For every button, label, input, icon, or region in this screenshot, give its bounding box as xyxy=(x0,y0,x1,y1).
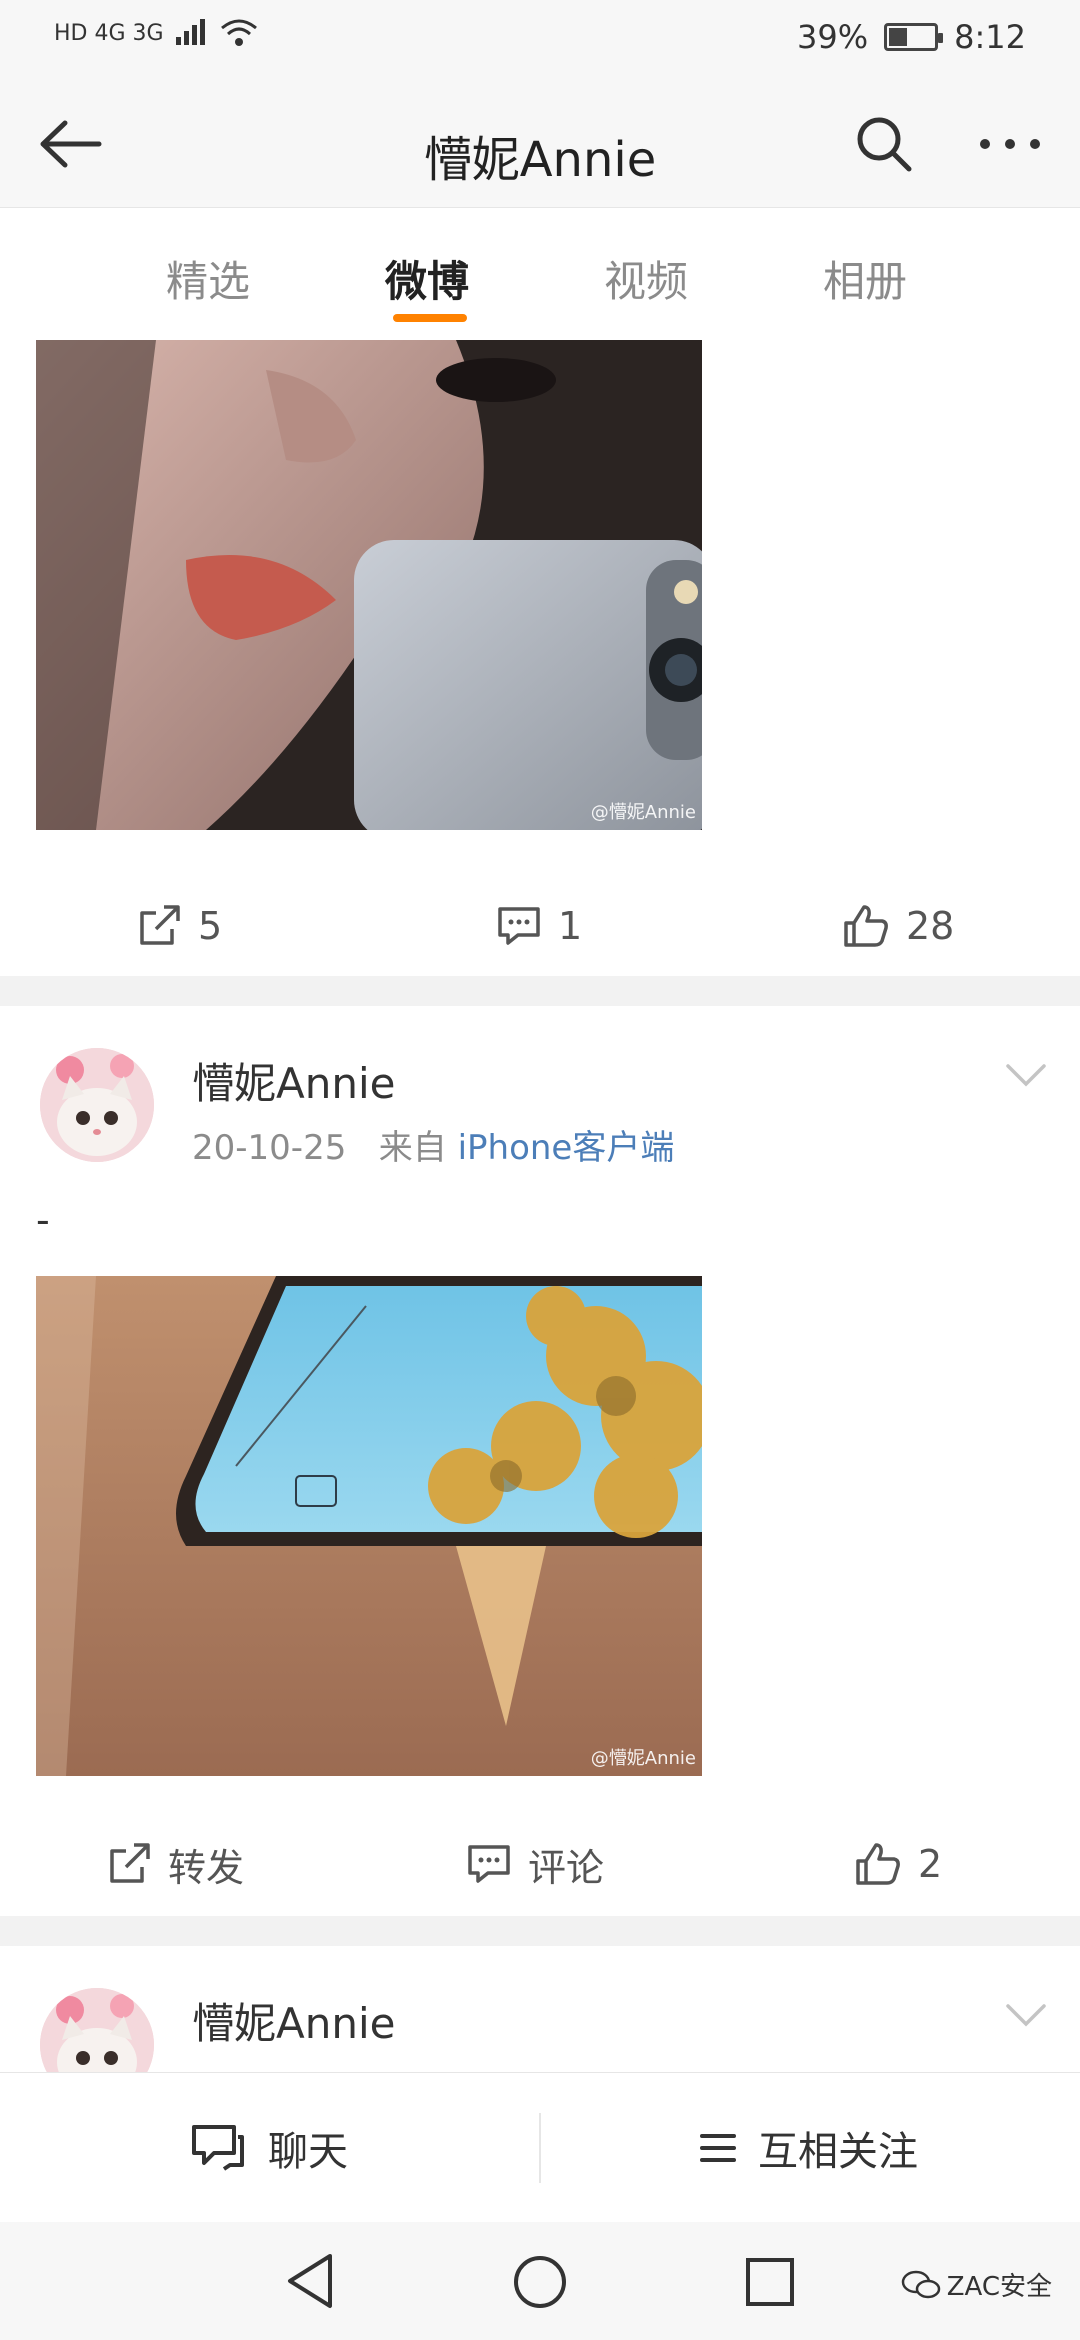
tab-weibo[interactable]: 微博 xyxy=(385,248,469,309)
divider xyxy=(539,2113,541,2183)
search-button[interactable] xyxy=(844,104,924,184)
avatar[interactable] xyxy=(40,1048,154,1162)
image-watermark: @懵妮Annie xyxy=(590,1748,696,1769)
avatar[interactable] xyxy=(40,1988,154,2072)
repost-icon xyxy=(140,905,180,945)
comment-button[interactable]: 1 xyxy=(496,876,582,976)
thumbs-up-icon xyxy=(844,905,888,947)
profile-tabs: 精选 微博 视频 相册 xyxy=(0,208,1080,340)
repost-button[interactable]: 5 xyxy=(136,876,222,976)
status-bar: HD 4G 3G 39% 8:12 xyxy=(0,0,1080,80)
system-nav-bar: ZAC安全 xyxy=(0,2222,1080,2340)
image-watermark: @懵妮Annie xyxy=(590,802,696,823)
mutual-follow-label: 互相关注 xyxy=(758,2129,918,2175)
chevron-down-icon[interactable] xyxy=(1004,2002,1048,2028)
post-actions: 5 1 28 xyxy=(0,876,1080,976)
post-source[interactable]: iPhone客户端 xyxy=(458,1128,675,1168)
more-button[interactable] xyxy=(970,104,1050,184)
tab-featured[interactable]: 精选 xyxy=(166,248,250,309)
post-author[interactable]: 懵妮Annie xyxy=(192,1050,395,1111)
chat-label: 聊天 xyxy=(268,2129,348,2175)
network-indicators: HD 4G 3G xyxy=(54,18,258,48)
network-text: HD 4G 3G xyxy=(54,20,164,46)
tab-album[interactable]: 相册 xyxy=(823,248,907,309)
source-prefix: 来自 xyxy=(378,1128,447,1168)
comment-icon xyxy=(468,1845,510,1883)
chevron-down-icon[interactable] xyxy=(1004,1062,1048,1088)
search-icon xyxy=(857,117,912,172)
wechat-icon xyxy=(901,2270,940,2298)
post-card: 懵妮Annie xyxy=(0,1946,1080,2072)
mutual-follow-button[interactable]: 互相关注 xyxy=(700,2073,918,2223)
cat-avatar xyxy=(40,1048,154,1162)
repost-label: 转发 xyxy=(168,1845,245,1890)
battery-percent: 39% xyxy=(797,18,869,56)
active-tab-indicator xyxy=(393,314,467,322)
home-circle-icon[interactable] xyxy=(510,2252,570,2312)
comment-count: 1 xyxy=(558,904,583,948)
car-window-photo xyxy=(36,1276,702,1776)
post-date: 20-10-25 xyxy=(192,1128,347,1168)
card-separator xyxy=(0,976,1080,1006)
post-actions: 转发 评论 2 xyxy=(0,1814,1080,1914)
post-image[interactable]: @懵妮Annie xyxy=(36,1276,702,1776)
back-triangle-icon[interactable] xyxy=(284,2252,336,2310)
post-card: @懵妮Annie 5 1 28 xyxy=(0,340,1080,976)
card-separator xyxy=(0,1916,1080,1946)
more-icon xyxy=(980,139,1040,149)
repost-count: 5 xyxy=(198,904,223,948)
selfie-photo xyxy=(36,340,702,830)
top-bar: 懵妮Annie xyxy=(0,80,1080,208)
comment-button[interactable]: 评论 xyxy=(466,1814,604,1914)
chat-icon xyxy=(192,2125,244,2171)
post-text: - xyxy=(36,1198,50,1242)
comment-icon xyxy=(498,907,540,945)
chat-button[interactable]: 聊天 xyxy=(190,2073,348,2223)
post-image[interactable]: @懵妮Annie xyxy=(36,340,702,830)
post-author[interactable]: 懵妮Annie xyxy=(192,1990,395,2051)
tab-video[interactable]: 视频 xyxy=(604,248,688,309)
signal-icon xyxy=(175,19,205,45)
footer-watermark: ZAC安全 xyxy=(901,2266,1052,2303)
recents-square-icon[interactable] xyxy=(742,2254,798,2310)
like-count: 28 xyxy=(906,904,955,948)
battery-icon xyxy=(884,23,944,51)
thumbs-up-icon xyxy=(856,1843,900,1885)
repost-icon xyxy=(110,1843,150,1883)
like-button[interactable]: 28 xyxy=(842,876,954,976)
comment-label: 评论 xyxy=(528,1845,605,1890)
post-meta: 20-10-25 来自 iPhone客户端 xyxy=(192,1120,674,1169)
repost-button[interactable]: 转发 xyxy=(106,1814,244,1914)
status-right: 39% 8:12 xyxy=(797,18,1026,56)
footer-watermark-text: ZAC安全 xyxy=(946,2272,1052,2302)
post-card: 懵妮Annie 20-10-25 来自 iPhone客户端 - @懵妮Annie… xyxy=(0,1006,1080,1916)
like-button[interactable]: 2 xyxy=(854,1814,942,1914)
wifi-icon xyxy=(220,19,257,46)
menu-lines-icon xyxy=(700,2134,736,2162)
like-count: 2 xyxy=(918,1842,943,1886)
clock: 8:12 xyxy=(954,18,1026,56)
cat-avatar xyxy=(40,1988,154,2072)
bottom-action-bar: 聊天 互相关注 xyxy=(0,2072,1080,2222)
